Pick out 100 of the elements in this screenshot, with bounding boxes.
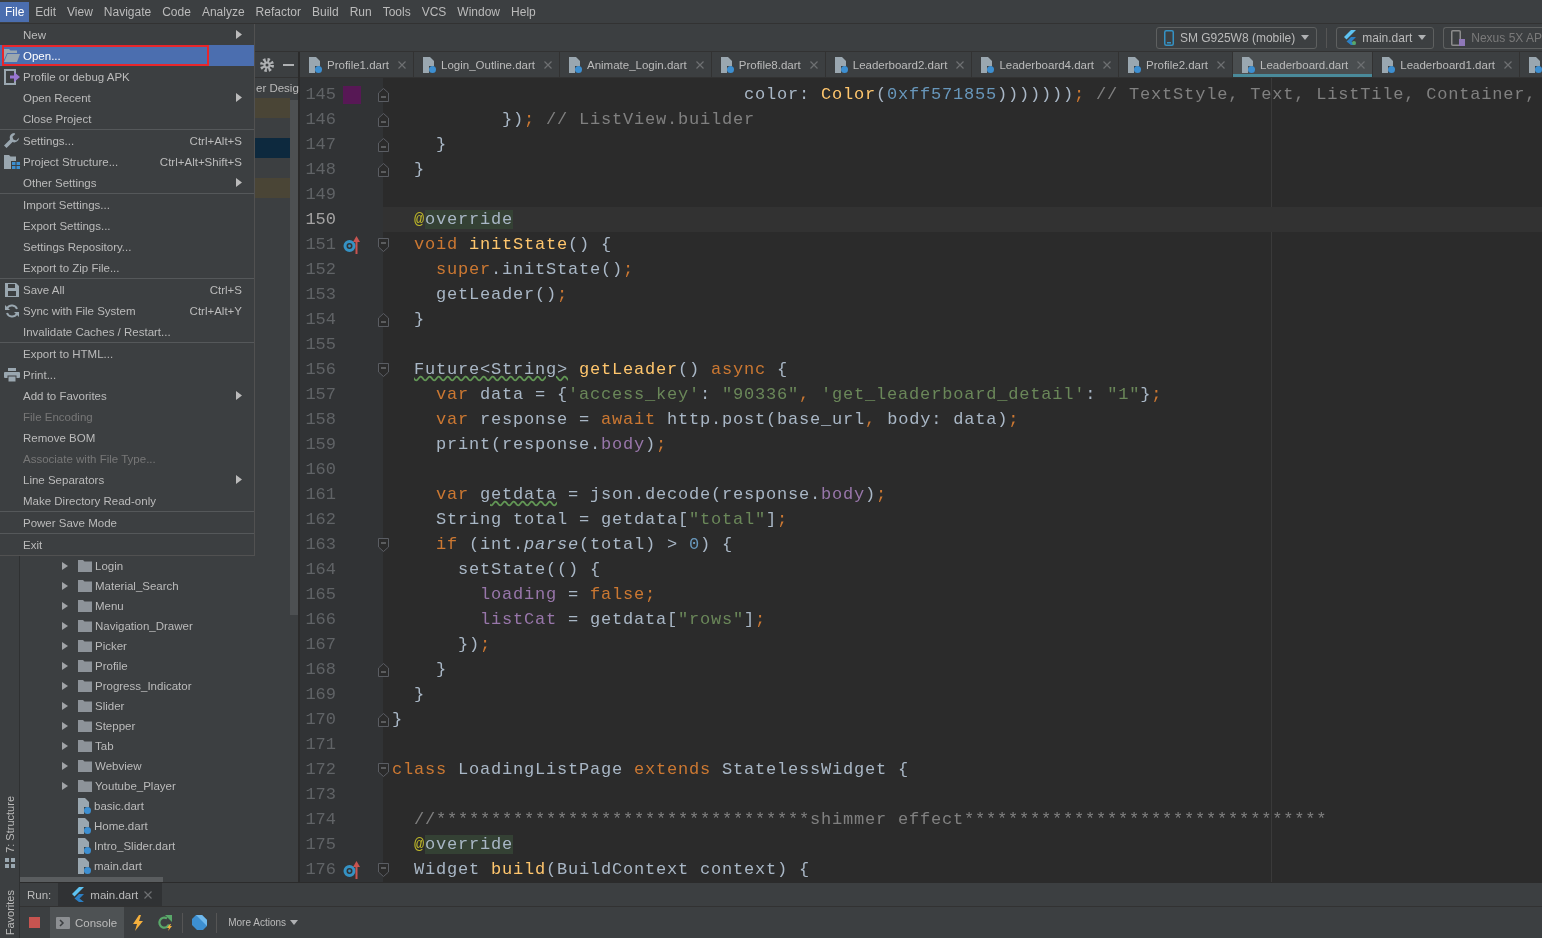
tree-item[interactable]: Stepper <box>20 716 286 736</box>
editor-tab[interactable]: Leaderboard4.dart <box>972 52 1120 77</box>
menubar-item[interactable]: VCS <box>416 1 452 22</box>
expand-arrow-icon[interactable] <box>61 582 69 590</box>
run-config-selector[interactable]: main.dart <box>1336 26 1435 49</box>
dropdown-item[interactable]: Other Settings <box>0 172 254 193</box>
tree-item[interactable]: er Desig <box>254 82 299 94</box>
close-icon[interactable] <box>809 60 818 69</box>
menubar-item[interactable]: Code <box>157 1 196 22</box>
tree-item[interactable]: Navigation_Drawer <box>20 616 286 636</box>
fold-marker-icon[interactable] <box>377 112 389 127</box>
dropdown-item[interactable]: Sync with File System Ctrl+Alt+Y <box>0 300 254 321</box>
menubar-item[interactable]: Help <box>506 1 541 22</box>
lightning-icon[interactable] <box>133 914 144 931</box>
scrollbar-thumb[interactable] <box>290 100 298 615</box>
dropdown-item[interactable]: Remove BOM <box>0 427 254 448</box>
fold-marker-icon[interactable] <box>377 537 389 552</box>
editor-tab[interactable]: Profile2.dart <box>1119 52 1234 77</box>
override-marker-icon[interactable] <box>343 235 361 254</box>
tree-item[interactable]: Picker <box>20 636 286 656</box>
dropdown-item[interactable]: Settings... Ctrl+Alt+S <box>0 130 254 151</box>
color-swatch-icon[interactable] <box>343 85 361 104</box>
minimize-icon[interactable] <box>283 63 294 66</box>
dropdown-item[interactable]: Invalidate Caches / Restart... <box>0 321 254 342</box>
menubar-item[interactable]: Edit <box>30 1 62 22</box>
menubar-item[interactable]: Refactor <box>250 1 306 22</box>
fold-marker-icon[interactable] <box>377 137 389 152</box>
tree-item[interactable]: basic.dart <box>20 796 286 816</box>
tree-item[interactable]: Profile <box>20 656 286 676</box>
editor-tab[interactable]: Login_Outline.dart <box>414 52 560 77</box>
dropdown-item[interactable]: Exit <box>0 534 254 555</box>
fold-marker-icon[interactable] <box>377 712 389 727</box>
dropdown-item[interactable]: Add to Favorites <box>0 385 254 406</box>
tree-item[interactable]: Menu <box>20 596 286 616</box>
menubar-item[interactable]: Build <box>306 1 344 22</box>
tree-item[interactable]: Webview <box>20 756 286 776</box>
dropdown-item[interactable]: Settings Repository... <box>0 236 254 257</box>
tree-item[interactable]: Intro_Slider.dart <box>20 836 286 856</box>
close-icon[interactable] <box>144 890 153 899</box>
tree-item[interactable]: Tab <box>20 736 286 756</box>
expand-arrow-icon[interactable] <box>61 602 69 610</box>
dropdown-item[interactable]: Project Structure... Ctrl+Alt+Shift+S <box>0 151 254 172</box>
dart-icon[interactable] <box>192 915 208 930</box>
tool-window-button[interactable]: 7: Structure <box>3 795 16 868</box>
tree-item[interactable]: Slider <box>20 696 286 716</box>
fold-marker-icon[interactable] <box>377 662 389 677</box>
tree-item[interactable]: Material_Search <box>20 576 286 596</box>
editor-tab[interactable]: Leaderboard2.dart <box>825 52 973 77</box>
dropdown-item[interactable]: Import Settings... <box>0 194 254 215</box>
tool-window-button[interactable]: Favorites <box>3 889 16 935</box>
console-tab[interactable]: Console <box>50 907 125 938</box>
close-icon[interactable] <box>1217 60 1226 69</box>
tree-item[interactable]: Youtube_Player <box>20 776 286 796</box>
menubar-item[interactable]: View <box>62 1 98 22</box>
override-marker-icon[interactable] <box>343 860 361 879</box>
menubar-item[interactable]: Run <box>344 1 377 22</box>
expand-arrow-icon[interactable] <box>61 702 69 710</box>
close-icon[interactable] <box>1103 60 1112 69</box>
close-icon[interactable] <box>398 60 406 69</box>
fold-marker-icon[interactable] <box>377 862 389 877</box>
close-icon[interactable] <box>544 60 552 69</box>
settings-icon[interactable] <box>260 57 274 72</box>
expand-arrow-icon[interactable] <box>61 762 69 770</box>
dropdown-item[interactable]: Save All Ctrl+S <box>0 279 254 300</box>
editor-tab[interactable]: Profile8.dart <box>711 52 826 77</box>
dropdown-item[interactable]: Open Recent <box>0 87 254 108</box>
dropdown-item[interactable]: Print... <box>0 364 254 385</box>
dropdown-item[interactable]: Make Directory Read-only <box>0 490 254 511</box>
menubar-item[interactable]: Window <box>452 1 506 22</box>
dropdown-item[interactable]: Close Project <box>0 108 254 129</box>
more-actions-button[interactable]: More Actions <box>226 917 300 928</box>
editor-tab[interactable]: Profile1.dart <box>300 52 414 77</box>
close-icon[interactable] <box>695 60 704 69</box>
fold-marker-icon[interactable] <box>377 362 389 377</box>
dropdown-item[interactable]: Line Separators <box>0 469 254 490</box>
editor-tab[interactable]: Leaderboard1.dart <box>1373 52 1520 77</box>
expand-arrow-icon[interactable] <box>61 662 69 670</box>
expand-arrow-icon[interactable] <box>61 562 69 570</box>
menubar-item[interactable]: Navigate <box>98 1 157 22</box>
dropdown-item[interactable]: Open... <box>0 45 254 66</box>
dropdown-item[interactable]: New <box>0 24 254 45</box>
editor-tab[interactable]: Animate_Login.dart <box>560 52 712 77</box>
editor-tab[interactable]: Leaderboard.dart <box>1233 52 1374 77</box>
fold-marker-icon[interactable] <box>377 312 389 327</box>
tree-item[interactable]: Login <box>20 556 286 576</box>
fold-marker-icon[interactable] <box>377 87 389 102</box>
fold-marker-icon[interactable] <box>377 762 389 777</box>
run-tab[interactable]: main.dart <box>58 883 163 906</box>
restart-icon[interactable] <box>157 914 174 931</box>
close-icon[interactable] <box>956 60 965 69</box>
close-icon[interactable] <box>1503 60 1512 69</box>
device-selector[interactable]: SM G925W8 (mobile) <box>1155 26 1318 49</box>
menubar-item[interactable]: Analyze <box>196 1 250 22</box>
scrollbar-thumb[interactable] <box>20 877 163 882</box>
expand-arrow-icon[interactable] <box>61 742 69 750</box>
menubar-item[interactable]: File <box>0 1 30 22</box>
expand-arrow-icon[interactable] <box>61 782 69 790</box>
dropdown-item[interactable]: Profile or debug APK <box>0 66 254 87</box>
expand-arrow-icon[interactable] <box>61 722 69 730</box>
dropdown-item[interactable]: Export to HTML... <box>0 343 254 364</box>
